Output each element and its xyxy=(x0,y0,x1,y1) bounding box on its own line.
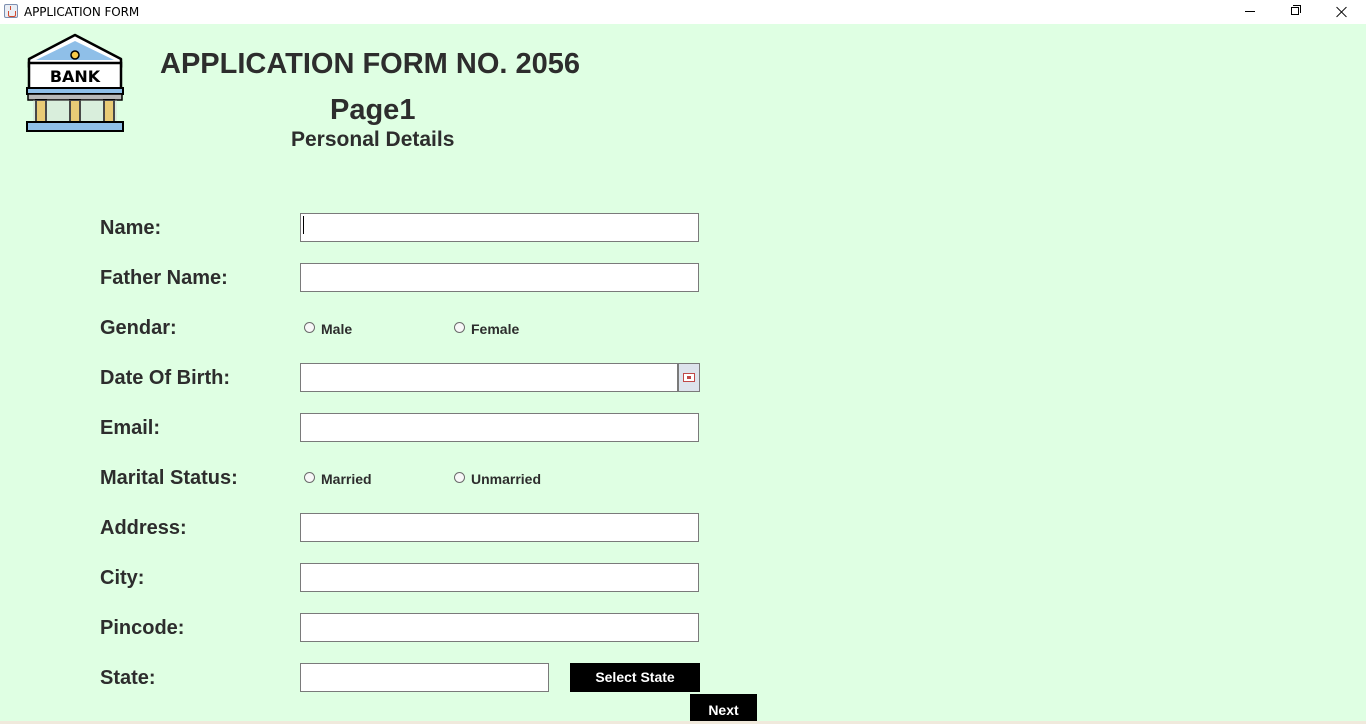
gender-male-label[interactable]: Male xyxy=(321,321,352,337)
bank-sign-text: BANK xyxy=(50,67,101,86)
state-input[interactable] xyxy=(300,663,549,692)
email-label: Email: xyxy=(100,417,161,439)
father-name-label: Father Name: xyxy=(100,267,228,289)
father-name-input[interactable] xyxy=(300,263,699,292)
pincode-input[interactable] xyxy=(300,613,699,642)
window-title: APPLICATION FORM xyxy=(24,5,140,19)
maximize-button[interactable] xyxy=(1273,0,1319,24)
address-input[interactable] xyxy=(300,513,699,542)
text-caret xyxy=(303,216,304,234)
marital-married-radio[interactable] xyxy=(304,472,315,483)
gender-female-radio[interactable] xyxy=(454,322,465,333)
email-input[interactable] xyxy=(300,413,699,442)
calendar-icon xyxy=(683,373,695,382)
city-label: City: xyxy=(100,567,145,589)
name-label: Name: xyxy=(100,217,162,239)
close-button[interactable] xyxy=(1319,0,1365,24)
pincode-label: Pincode: xyxy=(100,617,185,639)
form-panel: BANK APPLICATION FORM NO. 2056 Page1 Per… xyxy=(0,24,1366,724)
gender-female-label[interactable]: Female xyxy=(471,321,519,337)
marital-status-label: Marital Status: xyxy=(100,467,238,489)
gender-male-radio[interactable] xyxy=(304,322,315,333)
form-title: APPLICATION FORM NO. 2056 xyxy=(160,48,581,80)
next-button[interactable]: Next xyxy=(690,694,757,724)
state-label: State: xyxy=(100,667,156,689)
marital-unmarried-radio[interactable] xyxy=(454,472,465,483)
java-app-icon xyxy=(4,4,18,18)
gender-label: Gendar: xyxy=(100,317,177,339)
section-title: Personal Details xyxy=(291,128,455,151)
minimize-button[interactable] xyxy=(1227,0,1273,24)
city-input[interactable] xyxy=(300,563,699,592)
page-title: Page1 xyxy=(330,94,416,126)
name-input[interactable] xyxy=(300,213,699,242)
marital-married-label[interactable]: Married xyxy=(321,471,372,487)
dob-input[interactable] xyxy=(300,363,678,392)
select-state-button[interactable]: Select State xyxy=(570,663,700,692)
dob-label: Date Of Birth: xyxy=(100,367,230,389)
bank-building-icon: BANK xyxy=(26,33,124,132)
title-bar: APPLICATION FORM xyxy=(0,0,1366,24)
marital-unmarried-label[interactable]: Unmarried xyxy=(471,471,541,487)
date-picker-button[interactable] xyxy=(678,363,700,392)
address-label: Address: xyxy=(100,517,187,539)
